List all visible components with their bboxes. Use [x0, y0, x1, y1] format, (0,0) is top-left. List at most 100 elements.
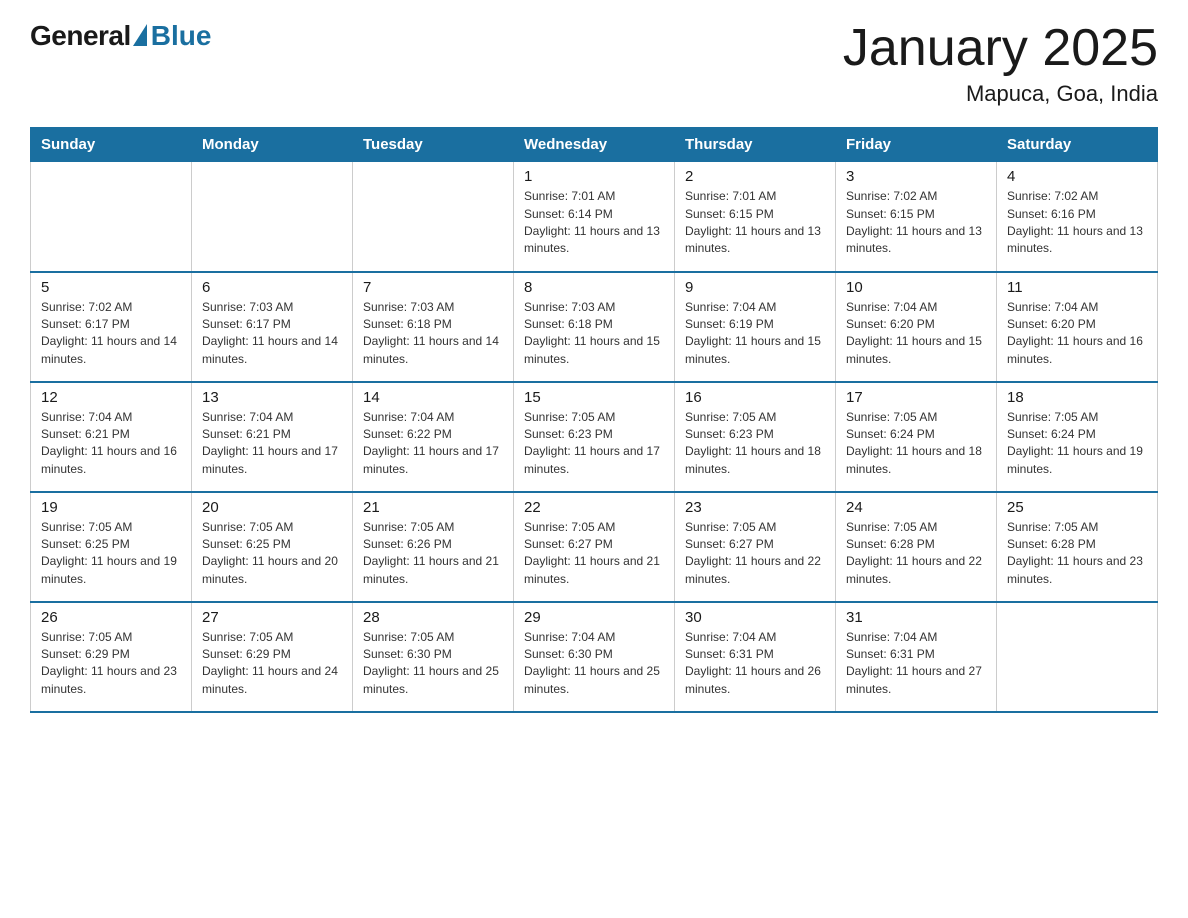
day-info: Sunrise: 7:03 AM Sunset: 6:18 PM Dayligh… — [363, 299, 503, 369]
calendar-table: SundayMondayTuesdayWednesdayThursdayFrid… — [30, 127, 1158, 713]
calendar-cell: 29Sunrise: 7:04 AM Sunset: 6:30 PM Dayli… — [514, 602, 675, 712]
day-number: 30 — [685, 609, 825, 626]
day-info: Sunrise: 7:05 AM Sunset: 6:29 PM Dayligh… — [41, 629, 181, 699]
day-number: 10 — [846, 279, 986, 296]
day-number: 7 — [363, 279, 503, 296]
calendar-cell: 14 Sunrise: 7:04 AM Sunset: 6:22 PM Dayli… — [353, 382, 514, 492]
day-number: 22 — [524, 499, 664, 516]
calendar-title: January 2025 — [843, 20, 1158, 77]
calendar-cell: 17Sunrise: 7:05 AM Sunset: 6:24 PM Dayli… — [836, 382, 997, 492]
day-number: 24 — [846, 499, 986, 516]
day-info: Sunrise: 7:04 AM Sunset: 6:31 PM Dayligh… — [685, 629, 825, 699]
calendar-cell: 5 Sunrise: 7:02 AM Sunset: 6:17 PM Daylig… — [31, 272, 192, 382]
day-info: Sunrise: 7:02 AM Sunset: 6:15 PM Dayligh… — [846, 188, 986, 258]
day-number: 17 — [846, 389, 986, 406]
calendar-cell: 27 Sunrise: 7:05 AM Sunset: 6:29 PM Dayli… — [192, 602, 353, 712]
day-number: 26 — [41, 609, 181, 626]
calendar-cell: 15Sunrise: 7:05 AM Sunset: 6:23 PM Dayli… — [514, 382, 675, 492]
day-info: Sunrise: 7:05 AM Sunset: 6:27 PM Dayligh… — [524, 519, 664, 589]
day-number: 4 — [1007, 168, 1147, 185]
header-sunday: Sunday — [31, 128, 192, 162]
calendar-subtitle: Mapuca, Goa, India — [843, 81, 1158, 107]
day-number: 3 — [846, 168, 986, 185]
calendar-cell: 8 Sunrise: 7:03 AM Sunset: 6:18 PM Daylig… — [514, 272, 675, 382]
day-info: Sunrise: 7:01 AM Sunset: 6:14 PM Dayligh… — [524, 188, 664, 258]
header-friday: Friday — [836, 128, 997, 162]
calendar-cell: 26 Sunrise: 7:05 AM Sunset: 6:29 PM Dayli… — [31, 602, 192, 712]
day-number: 15 — [524, 389, 664, 406]
day-info: Sunrise: 7:05 AM Sunset: 6:25 PM Dayligh… — [202, 519, 342, 589]
logo-general-text: General — [30, 20, 131, 52]
day-info: Sunrise: 7:05 AM Sunset: 6:28 PM Dayligh… — [1007, 519, 1147, 589]
calendar-cell: 2Sunrise: 7:01 AM Sunset: 6:15 PM Daylig… — [675, 162, 836, 272]
day-number: 21 — [363, 499, 503, 516]
day-info: Sunrise: 7:05 AM Sunset: 6:29 PM Dayligh… — [202, 629, 342, 699]
day-number: 1 — [524, 168, 664, 185]
day-info: Sunrise: 7:05 AM Sunset: 6:28 PM Dayligh… — [846, 519, 986, 589]
day-number: 14 — [363, 389, 503, 406]
calendar-cell: 23 Sunrise: 7:05 AM Sunset: 6:27 PM Dayli… — [675, 492, 836, 602]
header-wednesday: Wednesday — [514, 128, 675, 162]
day-info: Sunrise: 7:01 AM Sunset: 6:15 PM Dayligh… — [685, 188, 825, 258]
calendar-cell: 16 Sunrise: 7:05 AM Sunset: 6:23 PM Dayli… — [675, 382, 836, 492]
day-number: 20 — [202, 499, 342, 516]
day-info: Sunrise: 7:04 AM Sunset: 6:22 PM Dayligh… — [363, 409, 503, 479]
day-number: 23 — [685, 499, 825, 516]
logo: General Blue — [30, 20, 211, 52]
calendar-week-row: 12 Sunrise: 7:04 AM Sunset: 6:21 PM Dayli… — [31, 382, 1158, 492]
day-info: Sunrise: 7:02 AM Sunset: 6:16 PM Dayligh… — [1007, 188, 1147, 258]
day-info: Sunrise: 7:03 AM Sunset: 6:18 PM Dayligh… — [524, 299, 664, 369]
calendar-cell — [997, 602, 1158, 712]
calendar-week-row: 1 Sunrise: 7:01 AM Sunset: 6:14 PM Daylig… — [31, 162, 1158, 272]
day-info: Sunrise: 7:04 AM Sunset: 6:19 PM Dayligh… — [685, 299, 825, 369]
day-info: Sunrise: 7:04 AM Sunset: 6:21 PM Dayligh… — [202, 409, 342, 479]
day-info: Sunrise: 7:04 AM Sunset: 6:20 PM Dayligh… — [1007, 299, 1147, 369]
calendar-cell: 22 Sunrise: 7:05 AM Sunset: 6:27 PM Dayli… — [514, 492, 675, 602]
day-number: 18 — [1007, 389, 1147, 406]
day-number: 16 — [685, 389, 825, 406]
logo-blue-text: Blue — [151, 20, 212, 52]
calendar-cell: 24 Sunrise: 7:05 AM Sunset: 6:28 PM Dayli… — [836, 492, 997, 602]
day-info: Sunrise: 7:04 AM Sunset: 6:31 PM Dayligh… — [846, 629, 986, 699]
day-info: Sunrise: 7:05 AM Sunset: 6:25 PM Dayligh… — [41, 519, 181, 589]
title-section: January 2025 Mapuca, Goa, India — [843, 20, 1158, 107]
day-info: Sunrise: 7:05 AM Sunset: 6:30 PM Dayligh… — [363, 629, 503, 699]
day-info: Sunrise: 7:04 AM Sunset: 6:21 PM Dayligh… — [41, 409, 181, 479]
day-number: 27 — [202, 609, 342, 626]
day-info: Sunrise: 7:04 AM Sunset: 6:30 PM Dayligh… — [524, 629, 664, 699]
logo-triangle-icon — [133, 24, 147, 46]
day-number: 5 — [41, 279, 181, 296]
calendar-week-row: 5 Sunrise: 7:02 AM Sunset: 6:17 PM Daylig… — [31, 272, 1158, 382]
calendar-cell: 7 Sunrise: 7:03 AM Sunset: 6:18 PM Daylig… — [353, 272, 514, 382]
calendar-cell: 25 Sunrise: 7:05 AM Sunset: 6:28 PM Dayli… — [997, 492, 1158, 602]
day-number: 6 — [202, 279, 342, 296]
calendar-cell: 31 Sunrise: 7:04 AM Sunset: 6:31 PM Dayli… — [836, 602, 997, 712]
calendar-cell: 20 Sunrise: 7:05 AM Sunset: 6:25 PM Dayli… — [192, 492, 353, 602]
calendar-cell: 21 Sunrise: 7:05 AM Sunset: 6:26 PM Dayli… — [353, 492, 514, 602]
day-number: 31 — [846, 609, 986, 626]
day-info: Sunrise: 7:05 AM Sunset: 6:27 PM Dayligh… — [685, 519, 825, 589]
day-info: Sunrise: 7:05 AM Sunset: 6:23 PM Dayligh… — [685, 409, 825, 479]
calendar-cell: 13 Sunrise: 7:04 AM Sunset: 6:21 PM Dayli… — [192, 382, 353, 492]
calendar-cell — [192, 162, 353, 272]
day-info: Sunrise: 7:02 AM Sunset: 6:17 PM Dayligh… — [41, 299, 181, 369]
day-number: 12 — [41, 389, 181, 406]
calendar-cell: 3 Sunrise: 7:02 AM Sunset: 6:15 PM Daylig… — [836, 162, 997, 272]
calendar-week-row: 19 Sunrise: 7:05 AM Sunset: 6:25 PM Dayli… — [31, 492, 1158, 602]
calendar-cell: 18 Sunrise: 7:05 AM Sunset: 6:24 PM Dayli… — [997, 382, 1158, 492]
day-number: 8 — [524, 279, 664, 296]
calendar-cell: 11Sunrise: 7:04 AM Sunset: 6:20 PM Dayli… — [997, 272, 1158, 382]
day-info: Sunrise: 7:05 AM Sunset: 6:24 PM Dayligh… — [1007, 409, 1147, 479]
calendar-cell: 28Sunrise: 7:05 AM Sunset: 6:30 PM Dayli… — [353, 602, 514, 712]
header-tuesday: Tuesday — [353, 128, 514, 162]
day-info: Sunrise: 7:03 AM Sunset: 6:17 PM Dayligh… — [202, 299, 342, 369]
day-number: 19 — [41, 499, 181, 516]
calendar-cell: 19 Sunrise: 7:05 AM Sunset: 6:25 PM Dayli… — [31, 492, 192, 602]
header-saturday: Saturday — [997, 128, 1158, 162]
day-number: 13 — [202, 389, 342, 406]
calendar-cell: 10Sunrise: 7:04 AM Sunset: 6:20 PM Dayli… — [836, 272, 997, 382]
calendar-cell — [31, 162, 192, 272]
day-info: Sunrise: 7:05 AM Sunset: 6:26 PM Dayligh… — [363, 519, 503, 589]
day-number: 25 — [1007, 499, 1147, 516]
calendar-cell: 1 Sunrise: 7:01 AM Sunset: 6:14 PM Daylig… — [514, 162, 675, 272]
